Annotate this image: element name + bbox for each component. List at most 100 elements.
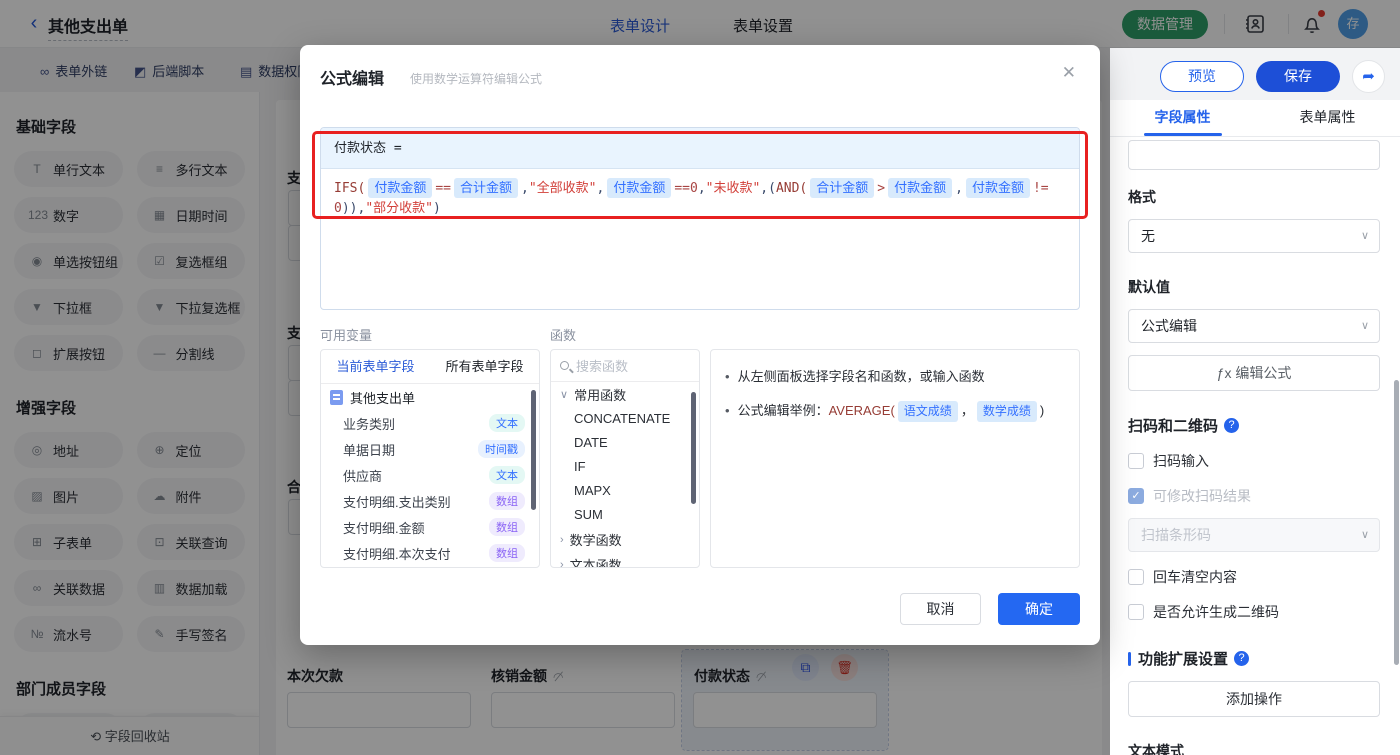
- default-value-select[interactable]: 公式编辑 ∨: [1128, 309, 1380, 343]
- tip-2-text: 公式编辑举例：AVERAGE(语文成绩，数学成绩): [737, 401, 1045, 422]
- chevron-down-icon: ∨: [1360, 320, 1369, 332]
- checkbox-label: 回车清空内容: [1153, 569, 1237, 585]
- function-item-concatenate[interactable]: CONCATENATE: [551, 407, 699, 431]
- cancel-button[interactable]: 取消: [900, 593, 981, 625]
- text-mode-label: 文本模式: [1128, 743, 1184, 755]
- formula-edit-modal: 公式编辑 使用数学运算符编辑公式 ✕ 付款状态 = IFS(付款金额 == 合计金额…: [300, 45, 1100, 645]
- editable-scan-result-checkbox: ✓ 可修改扫码结果: [1128, 486, 1382, 506]
- function-group-collapsed[interactable]: › 文本函数: [551, 552, 699, 568]
- formula-token: ==0: [674, 181, 698, 196]
- share-button[interactable]: ➦: [1352, 60, 1385, 93]
- tip-2: • 公式编辑举例：AVERAGE(语文成绩，数学成绩): [725, 400, 1065, 422]
- variable-row[interactable]: 支付明细.支出类别 数组: [321, 488, 539, 514]
- formula-editor[interactable]: 付款状态 = IFS(付款金额 == 合计金额 ,"全部收款", 付款金额 ==0,"未收…: [320, 127, 1080, 310]
- formula-token: "部分收款": [365, 201, 433, 216]
- function-search-input[interactable]: 搜索函数: [551, 350, 699, 382]
- checkbox-icon: [1128, 453, 1144, 469]
- default-value-label: 默认值: [1128, 279, 1170, 295]
- type-badge: 数组: [489, 544, 525, 562]
- properties-panel: 字段属性 表单属性 格式 无 ∨ 默认值 公式编辑 ∨ ƒx 编辑公式 扫码和二维码…: [1110, 100, 1400, 755]
- variable-row[interactable]: 供应商 文本: [321, 462, 539, 488]
- formula-token: ,: [697, 181, 706, 196]
- formula-token: "全部收款": [528, 181, 597, 196]
- tab-field-properties[interactable]: 字段属性: [1110, 100, 1255, 136]
- formula-token: AND(: [775, 181, 808, 196]
- checkbox-label: 是否允许生成二维码: [1153, 604, 1279, 620]
- tab-form-properties[interactable]: 表单属性: [1255, 100, 1400, 136]
- checkbox-label: 可修改扫码结果: [1153, 488, 1251, 504]
- field-token: 付款金额: [888, 178, 953, 198]
- functions-scrollbar[interactable]: [691, 392, 696, 504]
- type-badge: 数组: [489, 492, 525, 510]
- document-icon: [330, 389, 343, 405]
- format-value: 无: [1141, 228, 1155, 244]
- functions-panel: 搜索函数 ∨ 常用函数 CONCATENATE DATE IF MAPX SUM › 数学函数 ›…: [550, 349, 700, 568]
- bullet-icon: •: [725, 369, 730, 384]
- help-icon[interactable]: ?: [1234, 651, 1250, 666]
- field-token: 付款金额: [965, 178, 1030, 198]
- variable-name: 供应商: [343, 468, 383, 484]
- variable-name: 单据日期: [343, 442, 396, 458]
- tab-current-form-fields[interactable]: 当前表单字段: [321, 350, 430, 383]
- function-item-if[interactable]: IF: [551, 455, 699, 479]
- modal-subtitle: 使用数学运算符编辑公式: [410, 72, 543, 86]
- function-group-label: 数学函数: [569, 533, 622, 548]
- default-value: 公式编辑: [1141, 318, 1197, 334]
- formula-token: ): [1039, 403, 1045, 418]
- function-item-sum[interactable]: SUM: [551, 503, 699, 527]
- close-icon[interactable]: ✕: [1062, 63, 1076, 83]
- formula-expression: IFS(付款金额 == 合计金额 ,"全部收款", 付款金额 ==0,"未收款",(AND…: [321, 169, 1079, 228]
- scan-barcode-select: 扫描条形码 ∨: [1128, 518, 1380, 552]
- formula-token: ,(: [760, 181, 776, 196]
- variable-row[interactable]: 业务类别 文本: [321, 410, 539, 436]
- variable-row[interactable]: 支付明细.金额 数组: [321, 514, 539, 540]
- chevron-right-icon: ›: [560, 533, 564, 546]
- variables-tree-root[interactable]: 其他支出单: [321, 384, 539, 410]
- variables-panel: 当前表单字段 所有表单字段 其他支出单 业务类别 文本 单据日期 时间戳 供应商 文本 支付…: [320, 349, 540, 568]
- function-group-label: 文本函数: [569, 558, 622, 568]
- field-token: 数学成绩: [976, 401, 1037, 422]
- formula-token: "未收款": [705, 181, 761, 196]
- field-token: 合计金额: [810, 178, 875, 198]
- formula-help-panel: • 从左侧面板选择字段名和函数，或输入函数 • 公式编辑举例：AVERAGE(语文成…: [710, 349, 1080, 568]
- add-action-button[interactable]: 添加操作: [1128, 681, 1380, 717]
- preview-button[interactable]: 预览: [1160, 61, 1244, 92]
- field-title-input[interactable]: [1128, 140, 1380, 170]
- type-badge: 文本: [489, 466, 525, 484]
- tab-all-form-fields[interactable]: 所有表单字段: [430, 350, 539, 383]
- formula-token: 公式编辑举例：: [737, 403, 829, 418]
- save-button[interactable]: 保存: [1256, 61, 1340, 92]
- scan-barcode-value: 扫描条形码: [1141, 527, 1211, 543]
- function-item-mapx[interactable]: MAPX: [551, 479, 699, 503]
- scan-section-label: 扫码和二维码: [1128, 418, 1219, 435]
- section-bar: [1128, 651, 1131, 666]
- function-item-date[interactable]: DATE: [551, 431, 699, 455]
- variable-name: 支付明细.金额: [343, 520, 425, 536]
- format-select[interactable]: 无 ∨: [1128, 219, 1380, 253]
- checkbox-icon: [1128, 569, 1144, 585]
- type-badge: 文本: [489, 414, 525, 432]
- root-label: 其他支出单: [350, 390, 416, 406]
- variable-name: 支付明细.支出类别: [343, 494, 451, 510]
- help-icon[interactable]: ?: [1224, 418, 1240, 433]
- variable-row[interactable]: 支付明细.本次支付 数组: [321, 540, 539, 566]
- field-token: 付款金额: [607, 178, 672, 198]
- chevron-down-icon: ∨: [560, 389, 569, 401]
- variable-name: 业务类别: [343, 416, 396, 432]
- function-group-expanded[interactable]: ∨ 常用函数: [551, 382, 699, 407]
- scan-input-checkbox[interactable]: 扫码输入: [1128, 451, 1382, 471]
- variables-scrollbar[interactable]: [531, 390, 536, 510]
- allow-qrcode-checkbox[interactable]: 是否允许生成二维码: [1128, 602, 1382, 622]
- variable-row[interactable]: 单据日期 时间戳: [321, 436, 539, 462]
- chevron-down-icon: ∨: [1360, 230, 1369, 242]
- enter-clear-checkbox[interactable]: 回车清空内容: [1128, 567, 1382, 587]
- action-bar: 预览 保存 ➦: [1110, 48, 1400, 100]
- edit-formula-button[interactable]: ƒx 编辑公式: [1128, 355, 1380, 391]
- formula-token: )),: [341, 201, 366, 216]
- panel-scrollbar[interactable]: [1394, 380, 1399, 665]
- function-group-label: 常用函数: [574, 388, 627, 403]
- confirm-button[interactable]: 确定: [998, 593, 1080, 625]
- chevron-right-icon: ›: [560, 558, 564, 568]
- function-group-collapsed[interactable]: › 数学函数: [551, 527, 699, 552]
- formula-token: IFS(: [334, 181, 366, 196]
